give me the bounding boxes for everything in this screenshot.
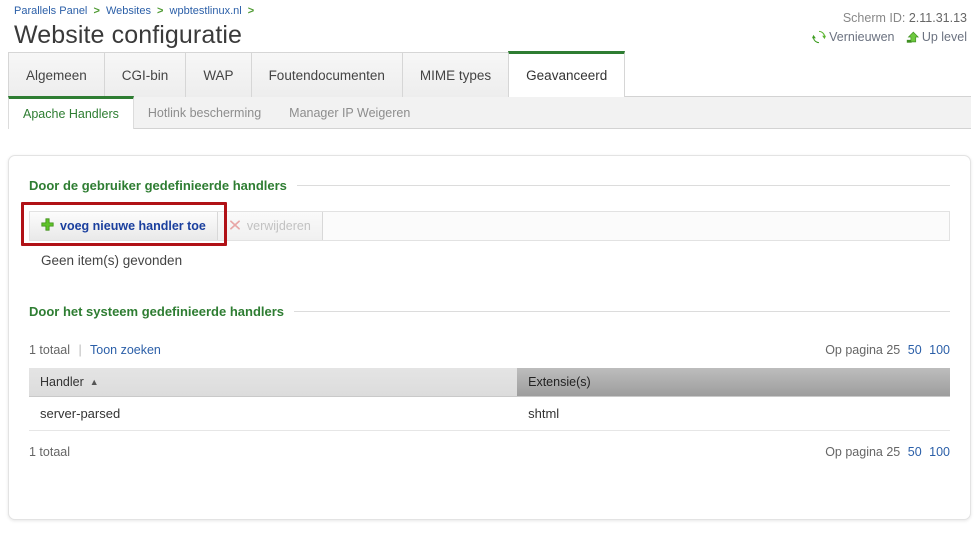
subtab-label: Hotlink bescherming bbox=[147, 105, 262, 120]
tab-label: CGI-bin bbox=[121, 67, 169, 83]
total-count-bottom: 1 totaal bbox=[29, 445, 71, 459]
tab-algemeen[interactable]: Algemeen bbox=[8, 52, 104, 97]
system-handlers-table: Handler ▲ Extensie(s) server-parsed shtml bbox=[29, 368, 950, 431]
add-new-handler-button[interactable]: voeg nieuwe handler toe bbox=[30, 212, 218, 240]
pager-top: 1 totaal | Toon zoeken Op pagina 25 50 1… bbox=[29, 343, 950, 357]
tab-geavanceerd[interactable]: Geavanceerd bbox=[508, 51, 626, 97]
column-header-label: Extensie(s) bbox=[528, 375, 591, 389]
per-page-option-50-top[interactable]: 50 bbox=[908, 343, 922, 357]
delete-handler-label: verwijderen bbox=[246, 219, 311, 233]
screen-id: Scherm ID: 2.11.31.13 bbox=[804, 10, 967, 26]
per-page-option-100-top[interactable]: 100 bbox=[929, 343, 950, 357]
breadcrumb-item-domain[interactable]: wpbtestlinux.nl bbox=[170, 5, 242, 17]
subtab-manager-ip-weigeren[interactable]: Manager IP Weigeren bbox=[275, 97, 424, 128]
tab-label: WAP bbox=[203, 67, 234, 83]
tab-label: MIME types bbox=[419, 67, 492, 83]
add-new-handler-label: voeg nieuwe handler toe bbox=[60, 219, 206, 233]
delete-handler-button[interactable]: verwijderen bbox=[217, 212, 323, 240]
screen-id-value: 2.11.31.13 bbox=[908, 11, 967, 25]
breadcrumb-separator: > bbox=[93, 5, 100, 17]
section-title: Door het systeem gedefinieerde handlers bbox=[29, 304, 285, 319]
subtab-hotlink-bescherming[interactable]: Hotlink bescherming bbox=[134, 97, 275, 128]
system-handlers-section-heading: Door het systeem gedefinieerde handlers bbox=[29, 304, 950, 319]
subtab-apache-handlers[interactable]: Apache Handlers bbox=[8, 96, 134, 129]
header-right-block: Scherm ID: 2.11.31.13 Vernieuwen Up leve… bbox=[804, 10, 967, 48]
pager-bottom: 1 totaal Op pagina 25 50 100 bbox=[29, 445, 950, 459]
column-header-handler[interactable]: Handler ▲ bbox=[29, 368, 518, 397]
sort-ascending-icon: ▲ bbox=[89, 377, 99, 387]
up-level-icon bbox=[906, 30, 919, 48]
page-header: Parallels Panel > Websites > wpbtestlinu… bbox=[0, 0, 979, 52]
cell-handler: server-parsed bbox=[29, 396, 518, 431]
per-page-label-bottom: Op pagina bbox=[825, 445, 883, 459]
table-row[interactable]: server-parsed shtml bbox=[29, 396, 950, 431]
pager-bottom-right: Op pagina 25 50 100 bbox=[825, 445, 950, 459]
user-handlers-toolbar-wrap: voeg nieuwe handler toe verwijderen bbox=[21, 202, 950, 246]
column-header-extensies[interactable]: Extensie(s) bbox=[517, 368, 950, 397]
header-actions: Vernieuwen Up level bbox=[804, 29, 967, 48]
refresh-icon bbox=[812, 30, 827, 48]
up-level-label: Up level bbox=[921, 30, 967, 44]
tab-wap[interactable]: WAP bbox=[185, 52, 251, 97]
per-page-current-bottom: 25 bbox=[886, 445, 901, 459]
user-handlers-toolbar: voeg nieuwe handler toe verwijderen bbox=[29, 211, 950, 241]
tab-label: Geavanceerd bbox=[526, 68, 608, 83]
tab-label: Foutendocumenten bbox=[268, 67, 385, 83]
pager-bottom-left: 1 totaal bbox=[29, 445, 825, 459]
content-panel: Door de gebruiker gedefinieerde handlers… bbox=[8, 155, 971, 520]
show-search-link[interactable]: Toon zoeken bbox=[90, 343, 161, 357]
plus-icon bbox=[41, 218, 54, 234]
pager-top-right: Op pagina 25 50 100 bbox=[825, 343, 950, 357]
subtab-label: Manager IP Weigeren bbox=[289, 105, 411, 120]
main-tab-bar: Algemeen CGI-bin WAP Foutendocumenten MI… bbox=[8, 51, 971, 97]
per-page-current-top: 25 bbox=[886, 343, 901, 357]
per-page-option-100-bottom[interactable]: 100 bbox=[929, 445, 950, 459]
tab-foutendocumenten[interactable]: Foutendocumenten bbox=[250, 52, 402, 97]
page-root: Parallels Panel > Websites > wpbtestlinu… bbox=[0, 0, 979, 538]
per-page-label-top: Op pagina bbox=[825, 343, 883, 357]
pager-separator: | bbox=[78, 343, 82, 357]
tab-label: Algemeen bbox=[26, 67, 87, 83]
up-level-link[interactable]: Up level bbox=[906, 29, 967, 48]
remove-x-icon bbox=[229, 219, 241, 234]
total-count-top: 1 totaal bbox=[29, 343, 71, 357]
table-header-row: Handler ▲ Extensie(s) bbox=[29, 368, 950, 397]
column-header-label: Handler bbox=[40, 375, 84, 389]
breadcrumb-item-websites[interactable]: Websites bbox=[106, 5, 151, 17]
breadcrumb-separator: > bbox=[157, 5, 164, 17]
user-handlers-empty-message: Geen item(s) gevonden bbox=[41, 253, 183, 268]
section-title: Door de gebruiker gedefinieerde handlers bbox=[29, 178, 287, 193]
section-rule bbox=[296, 185, 950, 186]
user-handlers-section-heading: Door de gebruiker gedefinieerde handlers bbox=[29, 178, 950, 193]
refresh-label: Vernieuwen bbox=[829, 30, 895, 44]
section-rule bbox=[294, 311, 950, 312]
pager-top-left: 1 totaal | Toon zoeken bbox=[29, 343, 825, 357]
breadcrumb-separator: > bbox=[247, 5, 255, 17]
per-page-option-50-bottom[interactable]: 50 bbox=[908, 445, 922, 459]
cell-extensions: shtml bbox=[517, 396, 950, 431]
tab-mime-types[interactable]: MIME types bbox=[401, 52, 509, 97]
subtab-label: Apache Handlers bbox=[23, 107, 119, 121]
refresh-link[interactable]: Vernieuwen bbox=[812, 29, 894, 48]
sub-tab-bar: Apache Handlers Hotlink bescherming Mana… bbox=[8, 96, 971, 129]
tab-cgi-bin[interactable]: CGI-bin bbox=[103, 52, 186, 97]
screen-id-label: Scherm ID: bbox=[842, 11, 906, 25]
breadcrumb-item-parallels-panel[interactable]: Parallels Panel bbox=[14, 5, 87, 17]
